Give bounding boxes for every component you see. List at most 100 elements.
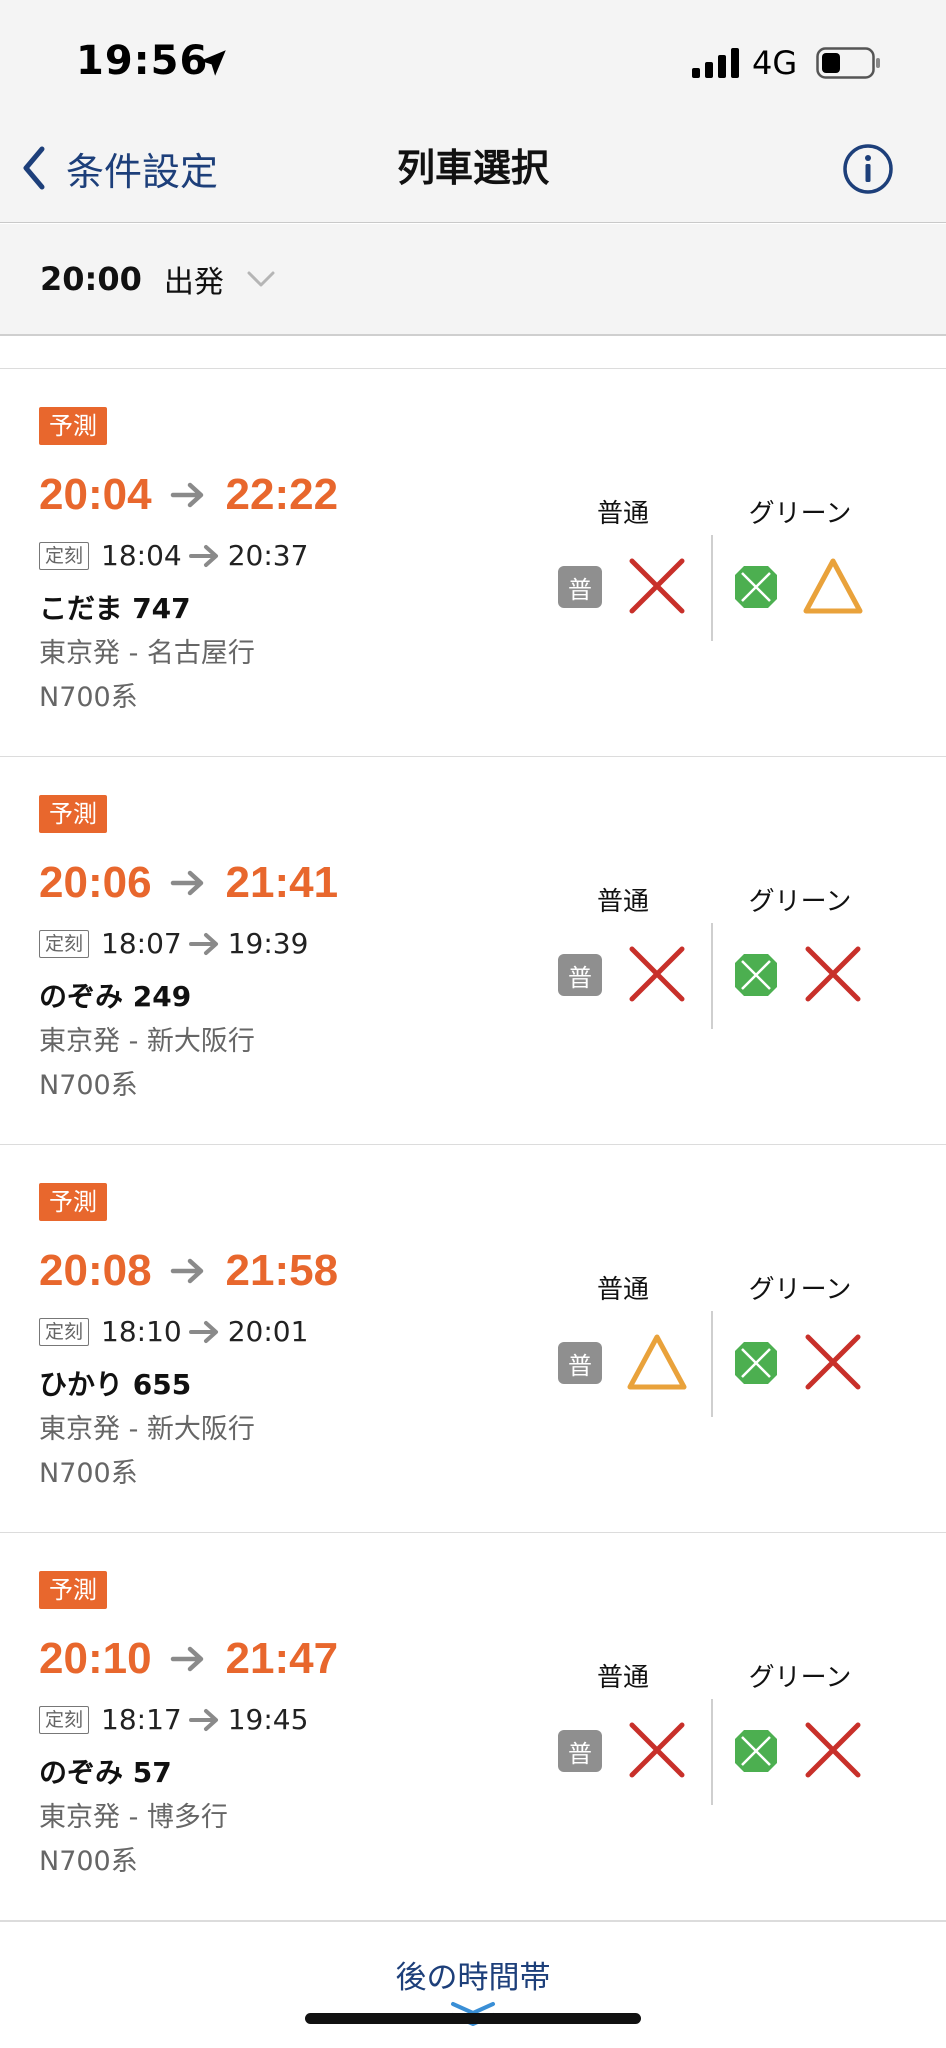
scheduled-departure: 18:17: [101, 1703, 182, 1736]
prediction-badge: 予測: [39, 407, 107, 445]
train-type: N700系: [39, 1458, 138, 1489]
train-name: のぞみ 57: [39, 1756, 172, 1789]
prediction-badge: 予測: [39, 1571, 107, 1609]
predicted-arrival: 21:47: [225, 1634, 339, 1683]
arrow-right-icon: [188, 544, 218, 567]
train-card[interactable]: 予測 20:06 21:41 定刻 18:07 19:39 のぞみ 249 東京…: [0, 757, 946, 1145]
green-availability-icon[interactable]: [802, 555, 864, 617]
page-title: 列車選択: [396, 146, 549, 190]
ordinary-seat-header: 普通: [596, 1663, 649, 1693]
train-route: 東京発 - 新大阪行: [39, 1414, 255, 1445]
predicted-times: 20:06 21:41: [39, 855, 338, 911]
arrow-right-icon: [188, 1708, 218, 1731]
ordinary-car-icon: 普: [558, 1730, 602, 1772]
train-card[interactable]: 予測 20:04 22:22 定刻 18:04 20:37 こだま 747 東京…: [0, 369, 946, 757]
train-route: 東京発 - 名古屋行: [39, 638, 255, 669]
train-card[interactable]: 予測 20:08 21:58 定刻 18:10 20:01 ひかり 655 東京…: [0, 1145, 946, 1533]
train-list: 予測 20:04 22:22 定刻 18:04 20:37 こだま 747 東京…: [0, 337, 946, 1921]
predicted-departure: 20:10: [39, 1634, 152, 1683]
column-divider: [711, 1311, 713, 1417]
top-bar: 19:56 4G 条件設定 列車選択: [0, 0, 946, 223]
scheduled-times: 定刻 18:04 20:37: [39, 539, 308, 572]
column-divider: [711, 923, 713, 1029]
train-name: ひかり 655: [39, 1368, 192, 1401]
green-seat-header: グリーン: [748, 1275, 852, 1305]
ordinary-seat-header: 普通: [596, 499, 649, 529]
green-availability-icon[interactable]: [802, 1331, 864, 1393]
ordinary-availability-icon[interactable]: [626, 1331, 688, 1393]
green-seat-header: グリーン: [748, 499, 852, 529]
green-availability-icon[interactable]: [802, 943, 864, 1005]
arrow-right-icon: [170, 482, 203, 508]
ordinary-availability-icon[interactable]: [626, 1719, 688, 1781]
train-type: N700系: [39, 1070, 138, 1101]
info-icon[interactable]: [842, 143, 894, 195]
battery-icon: [816, 47, 880, 79]
predicted-departure: 20:04: [39, 470, 152, 519]
column-divider: [711, 535, 713, 641]
scheduled-arrival: 20:01: [227, 1315, 309, 1348]
scheduled-label: 定刻: [39, 1317, 90, 1346]
list-top-spacer: [0, 337, 946, 369]
scheduled-times: 定刻 18:10 20:01: [39, 1315, 308, 1348]
scheduled-arrival: 19:45: [227, 1703, 309, 1736]
scheduled-arrival: 20:37: [227, 539, 309, 572]
scheduled-times: 定刻 18:17 19:45: [39, 1703, 308, 1736]
green-car-icon: [735, 1342, 777, 1384]
green-car-icon: [735, 954, 777, 996]
scheduled-arrival: 19:39: [227, 927, 309, 960]
ordinary-availability-icon[interactable]: [626, 943, 688, 1005]
green-car-icon: [735, 1730, 777, 1772]
ordinary-car-icon: 普: [558, 954, 602, 996]
network-type: 4G: [752, 44, 798, 82]
predicted-times: 20:08 21:58: [39, 1243, 338, 1299]
arrow-right-icon: [188, 1320, 218, 1343]
predicted-arrival: 21:58: [225, 1246, 339, 1295]
scheduled-departure: 18:07: [101, 927, 182, 960]
green-seat-header: グリーン: [748, 887, 852, 917]
predicted-times: 20:10 21:47: [39, 1631, 338, 1687]
predicted-departure: 20:08: [39, 1246, 152, 1295]
departure-time-selector[interactable]: 20:00 出発: [0, 224, 946, 336]
green-availability-icon[interactable]: [802, 1719, 864, 1781]
ordinary-car-icon: 普: [558, 1342, 602, 1384]
train-card[interactable]: 予測 20:10 21:47 定刻 18:17 19:45 のぞみ 57 東京発…: [0, 1533, 946, 1921]
scheduled-label: 定刻: [39, 541, 90, 570]
home-indicator: [305, 2013, 641, 2024]
scheduled-times: 定刻 18:07 19:39: [39, 927, 308, 960]
green-seat-header: グリーン: [748, 1663, 852, 1693]
arrow-right-icon: [170, 870, 203, 896]
train-route: 東京発 - 博多行: [39, 1802, 228, 1833]
predicted-departure: 20:06: [39, 858, 152, 907]
predicted-times: 20:04 22:22: [39, 467, 338, 523]
ordinary-availability-icon[interactable]: [626, 555, 688, 617]
location-arrow-icon: [200, 50, 226, 76]
ordinary-seat-header: 普通: [596, 887, 649, 917]
train-route: 東京発 - 新大阪行: [39, 1026, 255, 1057]
arrow-right-icon: [170, 1646, 203, 1672]
ordinary-car-icon: 普: [558, 566, 602, 608]
departure-mode: 出発: [163, 265, 224, 300]
train-name: こだま 747: [39, 592, 191, 625]
predicted-arrival: 21:41: [225, 858, 339, 907]
departure-time: 20:00: [40, 260, 142, 298]
scheduled-label: 定刻: [39, 929, 90, 958]
train-name: のぞみ 249: [39, 980, 192, 1013]
prediction-badge: 予測: [39, 1183, 107, 1221]
train-type: N700系: [39, 682, 138, 713]
scheduled-label: 定刻: [39, 1705, 90, 1734]
arrow-right-icon: [188, 932, 218, 955]
scheduled-departure: 18:10: [101, 1315, 182, 1348]
status-time: 19:56: [76, 38, 209, 84]
later-time-button[interactable]: 後の時間帯: [0, 1921, 946, 2027]
cellular-signal-icon: [692, 48, 739, 78]
chevron-down-icon: [247, 271, 275, 287]
train-type: N700系: [39, 1846, 138, 1877]
prediction-badge: 予測: [39, 795, 107, 833]
green-car-icon: [735, 566, 777, 608]
scheduled-departure: 18:04: [101, 539, 182, 572]
predicted-arrival: 22:22: [225, 470, 339, 519]
ordinary-seat-header: 普通: [596, 1275, 649, 1305]
later-time-label: 後の時間帯: [395, 1960, 551, 1996]
arrow-right-icon: [170, 1258, 203, 1284]
